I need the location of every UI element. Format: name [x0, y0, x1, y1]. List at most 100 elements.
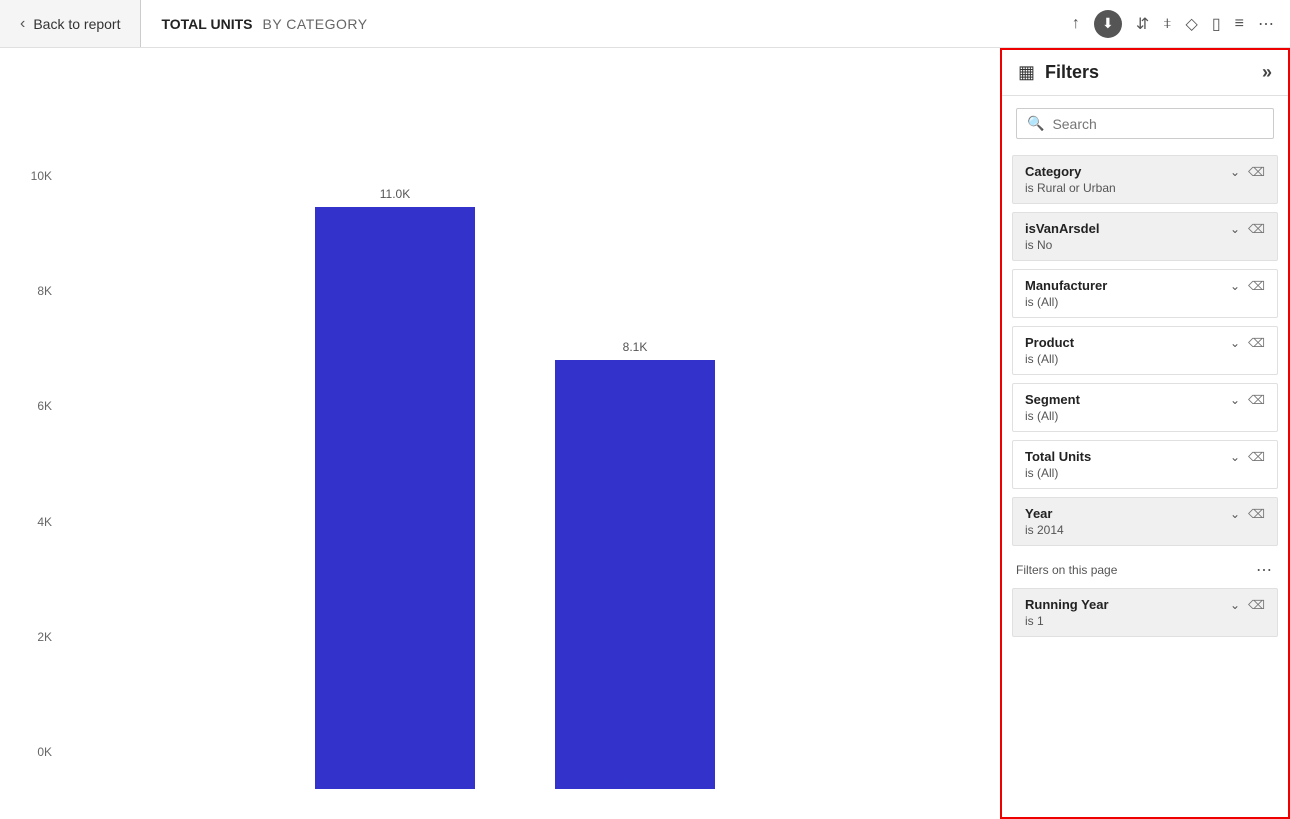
filter-item-totalunits-header: Total Units ⌄ ⌫ [1025, 449, 1265, 464]
search-icon: 🔍 [1027, 115, 1044, 132]
x-axis: Rural Urban [60, 759, 970, 789]
pin-icon[interactable]: ◇ [1186, 14, 1198, 34]
filter-segment-value: is (All) [1025, 409, 1265, 423]
bar-group-urban[interactable]: 8.1K [555, 340, 715, 789]
filter-item-isvanarsdel[interactable]: isVanArsdel ⌄ ⌫ is No [1012, 212, 1278, 261]
filter-totalunits-chevron[interactable]: ⌄ [1230, 450, 1240, 464]
copy-icon[interactable]: ▯ [1212, 14, 1221, 34]
filters-header: ▦ Filters » [1002, 50, 1288, 96]
filter-item-manufacturer[interactable]: Manufacturer ⌄ ⌫ is (All) [1012, 269, 1278, 318]
filter-isvanarsdel-chevron[interactable]: ⌄ [1230, 222, 1240, 236]
filter-item-running-year-header: Running Year ⌄ ⌫ [1025, 597, 1265, 612]
filter-category-value: is Rural or Urban [1025, 181, 1265, 195]
sort-asc-icon[interactable]: ↑ [1072, 15, 1080, 33]
filter-year-value: is 2014 [1025, 523, 1265, 537]
filter-totalunits-controls: ⌄ ⌫ [1230, 450, 1265, 464]
back-label: Back to report [33, 16, 120, 32]
filter-manufacturer-controls: ⌄ ⌫ [1230, 279, 1265, 293]
filters-title: Filters [1045, 62, 1099, 83]
back-button[interactable]: ‹ Back to report [0, 0, 141, 47]
total-units-label: TOTAL UNITS [161, 16, 252, 32]
filter-product-chevron[interactable]: ⌄ [1230, 336, 1240, 350]
filter-item-category-header: Category ⌄ ⌫ [1025, 164, 1265, 179]
filter-totalunits-name: Total Units [1025, 449, 1091, 464]
filter-product-value: is (All) [1025, 352, 1265, 366]
y-label-8k: 8K [20, 284, 60, 298]
filters-title-group: ▦ Filters [1018, 62, 1099, 83]
filter-manufacturer-chevron[interactable]: ⌄ [1230, 279, 1240, 293]
filter-icon[interactable]: ≡ [1235, 15, 1244, 33]
filter-item-isvanarsdel-header: isVanArsdel ⌄ ⌫ [1025, 221, 1265, 236]
bar-urban[interactable] [555, 360, 715, 789]
filter-year-eraser[interactable]: ⌫ [1248, 507, 1265, 521]
filter-item-year-header: Year ⌄ ⌫ [1025, 506, 1265, 521]
bar-value-rural: 11.0K [380, 187, 410, 201]
filter-manufacturer-eraser[interactable]: ⌫ [1248, 279, 1265, 293]
title-section: TOTAL UNITS BY CATEGORY [141, 0, 387, 47]
filter-running-year-chevron[interactable]: ⌄ [1230, 598, 1240, 612]
filter-running-year-eraser[interactable]: ⌫ [1248, 598, 1265, 612]
x-label-urban: Urban [555, 774, 715, 789]
filter-isvanarsdel-name: isVanArsdel [1025, 221, 1099, 236]
filter-category-controls: ⌄ ⌫ [1230, 165, 1265, 179]
filter-running-year-name: Running Year [1025, 597, 1109, 612]
y-label-10k: 10K [20, 169, 60, 183]
filters-funnel-icon: ▦ [1018, 62, 1035, 83]
filter-item-product[interactable]: Product ⌄ ⌫ is (All) [1012, 326, 1278, 375]
filter-segment-controls: ⌄ ⌫ [1230, 393, 1265, 407]
filters-section-label: Filters on this page ⋯ [1002, 550, 1288, 584]
y-label-4k: 4K [20, 515, 60, 529]
filter-manufacturer-name: Manufacturer [1025, 278, 1107, 293]
filter-segment-name: Segment [1025, 392, 1080, 407]
filter-isvanarsdel-value: is No [1025, 238, 1265, 252]
filter-item-running-year[interactable]: Running Year ⌄ ⌫ is 1 [1012, 588, 1278, 637]
bar-group-rural[interactable]: 11.0K [315, 187, 475, 789]
chart-area: 0K 2K 4K 6K 8K 10K [0, 48, 1000, 819]
more-icon[interactable]: ⋯ [1258, 14, 1274, 34]
chart-inner: 0K 2K 4K 6K 8K 10K [20, 68, 970, 789]
filter-year-controls: ⌄ ⌫ [1230, 507, 1265, 521]
toolbar-right: ↑ ⬇ ⇵ ⧧ ◇ ▯ ≡ ⋯ [1072, 10, 1274, 38]
filter-category-chevron[interactable]: ⌄ [1230, 165, 1240, 179]
search-box[interactable]: 🔍 [1016, 108, 1274, 139]
bar-rural[interactable] [315, 207, 475, 789]
filter-item-category[interactable]: Category ⌄ ⌫ is Rural or Urban [1012, 155, 1278, 204]
filter-product-eraser[interactable]: ⌫ [1248, 336, 1265, 350]
filter-item-segment-header: Segment ⌄ ⌫ [1025, 392, 1265, 407]
y-label-2k: 2K [20, 630, 60, 644]
filter-isvanarsdel-eraser[interactable]: ⌫ [1248, 222, 1265, 236]
filter-segment-chevron[interactable]: ⌄ [1230, 393, 1240, 407]
filter-category-name: Category [1025, 164, 1081, 179]
filters-collapse-button[interactable]: » [1262, 62, 1272, 83]
filter-item-segment[interactable]: Segment ⌄ ⌫ is (All) [1012, 383, 1278, 432]
filter-year-chevron[interactable]: ⌄ [1230, 507, 1240, 521]
sort-desc-icon[interactable]: ⬇ [1094, 10, 1122, 38]
filters-section-more[interactable]: ⋯ [1256, 560, 1274, 580]
x-label-rural: Rural [315, 774, 475, 789]
filter-year-name: Year [1025, 506, 1052, 521]
filter-product-controls: ⌄ ⌫ [1230, 336, 1265, 350]
filter-category-eraser[interactable]: ⌫ [1248, 165, 1265, 179]
filter-totalunits-eraser[interactable]: ⌫ [1248, 450, 1265, 464]
toolbar-left: ‹ Back to report TOTAL UNITS BY CATEGORY [0, 0, 388, 47]
filter-running-year-controls: ⌄ ⌫ [1230, 598, 1265, 612]
filter-segment-eraser[interactable]: ⌫ [1248, 393, 1265, 407]
filter-isvanarsdel-controls: ⌄ ⌫ [1230, 222, 1265, 236]
bar-value-urban: 8.1K [623, 340, 648, 354]
y-label-0k: 0K [20, 745, 60, 759]
expand-icon[interactable]: ⧧ [1163, 15, 1171, 33]
chevron-left-icon: ‹ [20, 15, 25, 33]
chart-container: 0K 2K 4K 6K 8K 10K [20, 68, 970, 789]
search-input[interactable] [1052, 116, 1263, 132]
filter-item-year[interactable]: Year ⌄ ⌫ is 2014 [1012, 497, 1278, 546]
filter-item-manufacturer-header: Manufacturer ⌄ ⌫ [1025, 278, 1265, 293]
sort-both-icon[interactable]: ⇵ [1136, 14, 1149, 34]
main-content: 0K 2K 4K 6K 8K 10K [0, 48, 1290, 819]
filter-manufacturer-value: is (All) [1025, 295, 1265, 309]
filter-totalunits-value: is (All) [1025, 466, 1265, 480]
filter-item-totalunits[interactable]: Total Units ⌄ ⌫ is (All) [1012, 440, 1278, 489]
filter-running-year-value: is 1 [1025, 614, 1265, 628]
filter-item-product-header: Product ⌄ ⌫ [1025, 335, 1265, 350]
filter-product-name: Product [1025, 335, 1074, 350]
filters-section-text: Filters on this page [1016, 563, 1117, 577]
